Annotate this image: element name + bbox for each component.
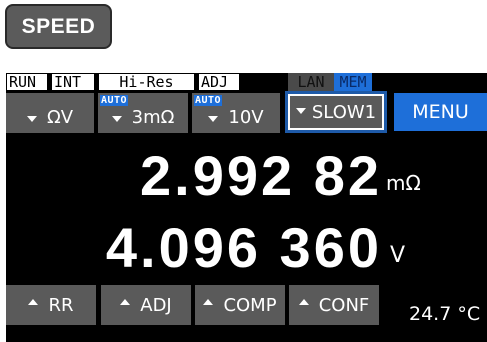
resistance-range-label: 3mΩ <box>131 107 175 128</box>
conf-button[interactable]: CONF <box>289 285 379 325</box>
voltage-unit: V <box>390 243 406 268</box>
conf-label: CONF <box>318 294 370 316</box>
speed-key-button[interactable]: SPEED <box>5 4 112 49</box>
adj-label: ADJ <box>140 294 172 316</box>
chevron-up-icon <box>28 299 39 305</box>
function-button[interactable]: ΩV <box>6 93 94 133</box>
speed-select-label: SLOW1 <box>311 101 377 123</box>
chevron-up-icon <box>120 299 131 305</box>
voltage-range-label: 10V <box>228 107 264 128</box>
auto-badge: AUTO <box>100 95 129 106</box>
instrument-screen: RUN INT Hi-Res ADJ LAN MEM ΩV AUTO 3mΩ A… <box>6 73 487 342</box>
speed-key-label: SPEED <box>21 14 96 38</box>
menu-label: MENU <box>412 101 469 123</box>
chevron-up-icon <box>203 299 214 305</box>
status-adj: ADJ <box>198 73 240 91</box>
resistance-range-button[interactable]: AUTO 3mΩ <box>98 93 188 133</box>
resistance-value: 2.992 82 <box>140 144 382 207</box>
comp-label: COMP <box>223 294 277 316</box>
speed-select-inner: SLOW1 <box>290 96 382 128</box>
status-run: RUN <box>6 73 48 91</box>
voltage-value: 4.096 360 <box>105 216 382 279</box>
status-int: INT <box>51 73 95 91</box>
voltage-range-button[interactable]: AUTO 10V <box>192 93 280 133</box>
chevron-down-icon <box>26 116 37 122</box>
status-lan: LAN <box>288 73 334 91</box>
resistance-unit: mΩ <box>386 171 421 195</box>
chevron-down-icon <box>208 116 219 122</box>
speed-select-button[interactable]: SLOW1 <box>285 91 387 133</box>
chevron-up-icon <box>298 299 309 305</box>
status-bar: RUN INT Hi-Res ADJ LAN MEM <box>6 73 487 91</box>
auto-badge: AUTO <box>194 95 223 106</box>
rr-label: RR <box>48 294 74 316</box>
status-mem: MEM <box>334 73 372 91</box>
temperature-readout: 24.7 °C <box>409 303 481 325</box>
function-label: ΩV <box>46 107 74 128</box>
menu-button[interactable]: MENU <box>394 93 487 131</box>
adj-button[interactable]: ADJ <box>101 285 191 325</box>
comp-button[interactable]: COMP <box>195 285 285 325</box>
chevron-down-icon <box>111 116 122 122</box>
status-resolution: Hi-Res <box>98 73 195 91</box>
rr-button[interactable]: RR <box>6 285 96 325</box>
chevron-down-icon <box>295 108 306 114</box>
